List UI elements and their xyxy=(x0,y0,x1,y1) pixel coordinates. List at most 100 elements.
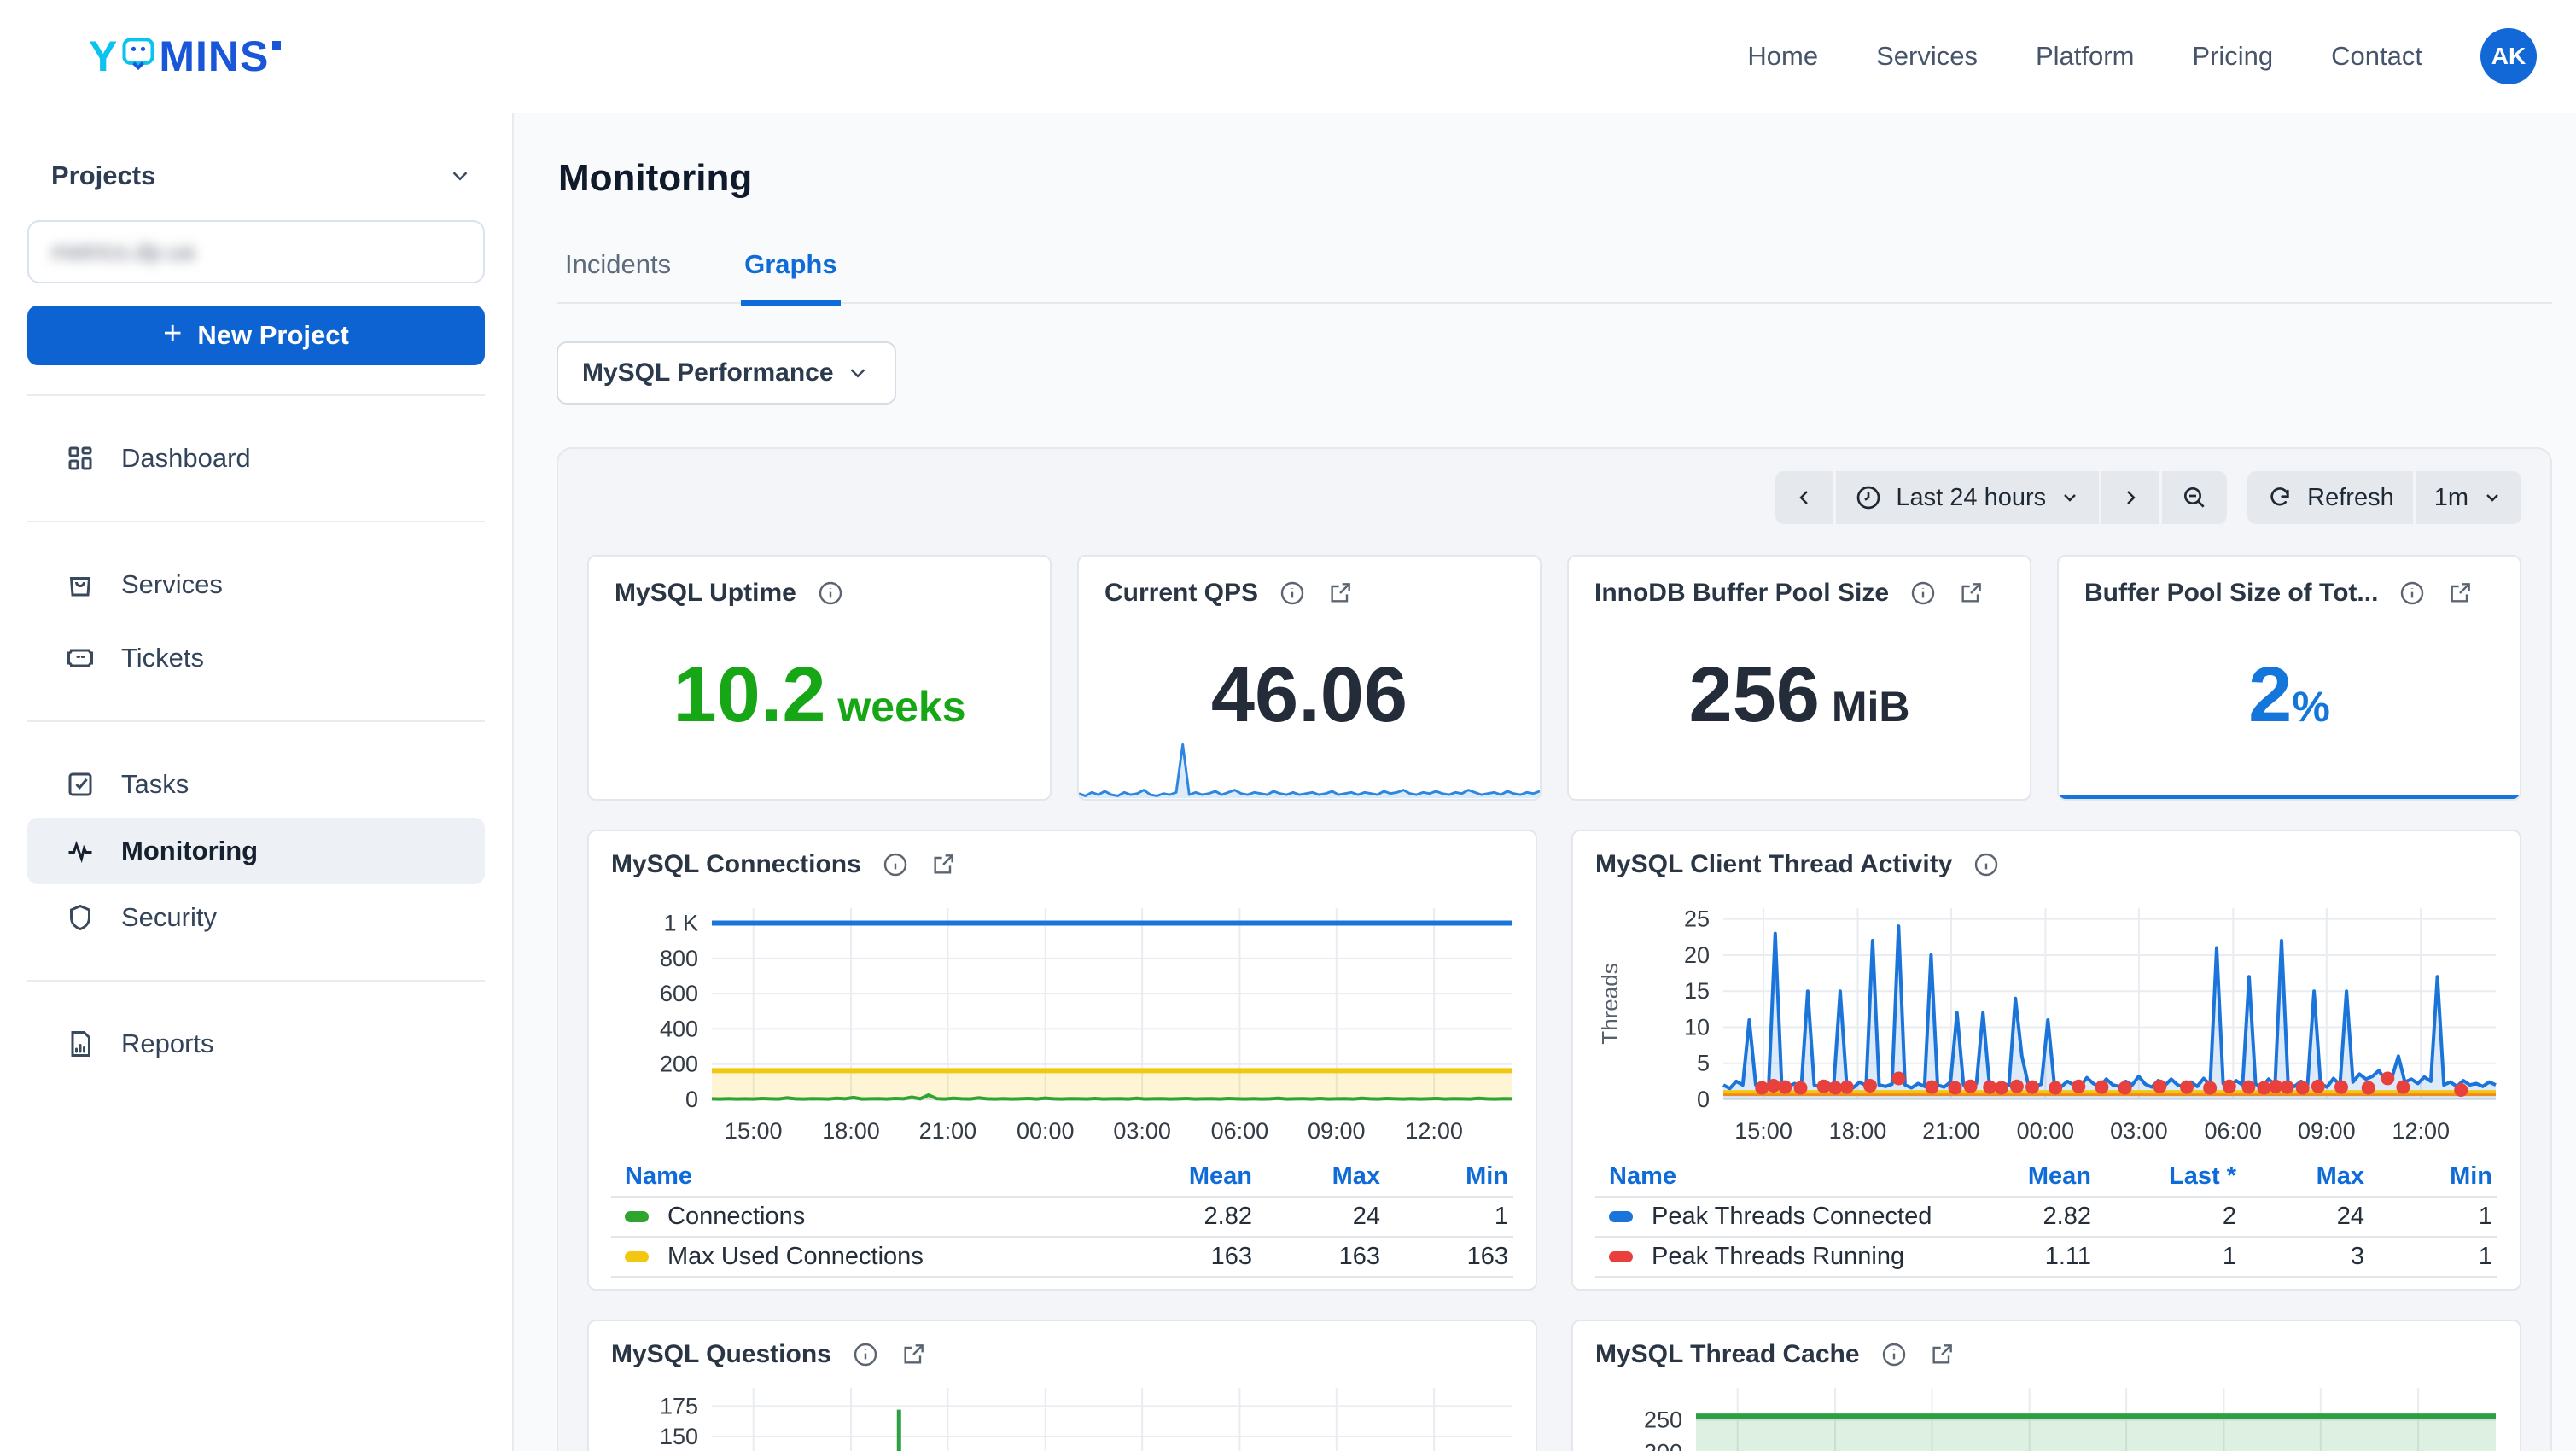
chevron-down-icon xyxy=(447,163,473,189)
projects-header[interactable]: Projects xyxy=(27,160,485,191)
sidebar-item-monitoring[interactable]: Monitoring xyxy=(27,818,485,884)
refresh-interval-button[interactable]: 1m xyxy=(2416,471,2521,524)
external-link-icon[interactable] xyxy=(930,851,957,878)
sidebar-item-security[interactable]: Security xyxy=(27,884,485,951)
sidebar-item-dashboard[interactable]: Dashboard xyxy=(27,425,485,492)
nav-home[interactable]: Home xyxy=(1747,41,1818,72)
main-content: Monitoring Incidents Graphs MySQL Perfor… xyxy=(514,113,2576,1451)
svg-text:06:00: 06:00 xyxy=(1211,1118,1269,1144)
sidebar-divider xyxy=(27,394,485,396)
zoom-out-button[interactable] xyxy=(2162,471,2227,524)
brand-logo[interactable]: Y MINS xyxy=(89,32,281,81)
graphs-panel: Last 24 hours Refresh xyxy=(557,447,2552,1451)
external-link-icon[interactable] xyxy=(1957,580,1984,607)
mysql-connections-chart[interactable]: 15:0018:0021:0000:0003:0006:0009:0012:00… xyxy=(611,888,1518,1152)
chart-card-thread-cache: MySQL Thread Cache 250200150 xyxy=(1571,1320,2521,1451)
nav-pricing[interactable]: Pricing xyxy=(2192,41,2273,72)
new-project-label: New Project xyxy=(197,320,348,351)
svg-text:600: 600 xyxy=(660,981,698,1006)
stat-trend-line xyxy=(2059,795,2520,799)
thread-activity-chart[interactable]: 15:0018:0021:0000:0003:0006:0009:0012:00… xyxy=(1595,888,2503,1152)
legend-header-row: NameMeanLast *MaxMin xyxy=(1595,1157,2497,1198)
svg-text:0: 0 xyxy=(1697,1087,1710,1112)
sidebar-item-tasks[interactable]: Tasks xyxy=(27,751,485,818)
info-icon[interactable] xyxy=(882,851,909,878)
external-link-icon[interactable] xyxy=(1326,580,1354,607)
time-range-button[interactable]: Last 24 hours xyxy=(1836,471,2099,524)
dashboard-select[interactable]: MySQL Performance xyxy=(557,341,896,405)
thread-cache-chart[interactable]: 250200150 xyxy=(1595,1378,2503,1451)
sidebar-item-services[interactable]: Services xyxy=(27,551,485,618)
stat-cards-row: MySQL Uptime 10.2 weeks Current QPS 46.0… xyxy=(587,555,2521,801)
legend-col-header: Max xyxy=(1252,1163,1380,1191)
stat-card-title: MySQL Uptime xyxy=(615,579,796,608)
svg-text:200: 200 xyxy=(1644,1439,1682,1451)
info-icon[interactable] xyxy=(1909,580,1937,607)
refresh-label: Refresh xyxy=(2307,484,2394,512)
svg-text:18:00: 18:00 xyxy=(1829,1118,1887,1144)
sidebar-item-label: Services xyxy=(121,569,223,600)
avatar[interactable]: AK xyxy=(2480,28,2537,84)
chevron-right-icon xyxy=(2120,487,2141,508)
info-icon[interactable] xyxy=(1279,580,1306,607)
nav-contact[interactable]: Contact xyxy=(2331,41,2422,72)
legend-series-name: Peak Threads Connected xyxy=(1652,1203,1932,1231)
sidebar-item-tickets[interactable]: Tickets xyxy=(27,625,485,691)
svg-text:09:00: 09:00 xyxy=(2298,1118,2356,1144)
chevron-left-icon xyxy=(1794,487,1815,508)
sidebar-divider xyxy=(27,720,485,722)
legend-row[interactable]: Max Used Connections163163163 xyxy=(611,1238,1513,1278)
legend-row[interactable]: Connections2.82241 xyxy=(611,1198,1513,1238)
ticket-icon xyxy=(65,643,96,673)
legend-value: 2.82 xyxy=(1963,1203,2091,1231)
sidebar-divider xyxy=(27,521,485,522)
info-icon[interactable] xyxy=(852,1341,879,1368)
legend-value: 2 xyxy=(2091,1203,2236,1231)
info-icon[interactable] xyxy=(1880,1341,1908,1368)
refresh-button[interactable]: Refresh xyxy=(2247,471,2413,524)
tab-incidents[interactable]: Incidents xyxy=(562,249,674,302)
project-name-blurred: metrics.dp.ua xyxy=(51,238,195,265)
sidebar-item-label: Dashboard xyxy=(121,443,251,474)
main-nav: Home Services Platform Pricing Contact A… xyxy=(1747,28,2537,84)
series-color-chip xyxy=(1609,1251,1633,1262)
svg-text:18:00: 18:00 xyxy=(822,1118,880,1144)
svg-text:200: 200 xyxy=(660,1052,698,1077)
info-icon[interactable] xyxy=(2398,580,2426,607)
legend-row[interactable]: Peak Threads Running1.11131 xyxy=(1595,1238,2497,1278)
project-select-input[interactable]: metrics.dp.ua xyxy=(27,220,485,283)
sidebar-item-label: Tasks xyxy=(121,769,189,800)
svg-text:1 K: 1 K xyxy=(663,911,698,936)
info-icon[interactable] xyxy=(1973,851,2000,878)
time-back-button[interactable] xyxy=(1775,471,1833,524)
svg-text:00:00: 00:00 xyxy=(2017,1118,2075,1144)
brand-logo-dot xyxy=(272,41,281,50)
info-icon[interactable] xyxy=(817,580,844,607)
mysql-questions-chart[interactable]: 175150125 xyxy=(611,1378,1518,1451)
stat-card-title: Current QPS xyxy=(1104,579,1258,608)
nav-platform[interactable]: Platform xyxy=(2036,41,2134,72)
svg-text:150: 150 xyxy=(660,1424,698,1449)
chevron-down-icon xyxy=(845,360,871,386)
time-forward-button[interactable] xyxy=(2101,471,2159,524)
external-link-icon[interactable] xyxy=(900,1341,927,1368)
nav-services[interactable]: Services xyxy=(1876,41,1978,72)
time-range-group: Last 24 hours xyxy=(1775,471,2227,524)
legend-row[interactable]: Peak Threads Connected2.822241 xyxy=(1595,1198,2497,1238)
external-link-icon[interactable] xyxy=(1928,1341,1955,1368)
legend-header-row: NameMeanMaxMin xyxy=(611,1157,1513,1198)
new-project-button[interactable]: + New Project xyxy=(27,306,485,365)
legend-value: 163 xyxy=(1252,1243,1380,1271)
shopping-bag-icon xyxy=(65,569,96,600)
svg-text:5: 5 xyxy=(1697,1051,1710,1076)
page-title: Monitoring xyxy=(558,157,2552,200)
sidebar-item-reports[interactable]: Reports xyxy=(27,1011,485,1077)
plus-icon: + xyxy=(163,316,182,353)
dashboard-icon xyxy=(65,443,96,474)
external-link-icon[interactable] xyxy=(2446,580,2474,607)
sidebar-item-label: Monitoring xyxy=(121,836,258,866)
chart-title: MySQL Connections xyxy=(611,850,861,879)
legend-value: 163 xyxy=(1380,1243,1508,1271)
tab-graphs[interactable]: Graphs xyxy=(741,249,841,306)
qps-sparkline-chart xyxy=(1079,739,1540,799)
